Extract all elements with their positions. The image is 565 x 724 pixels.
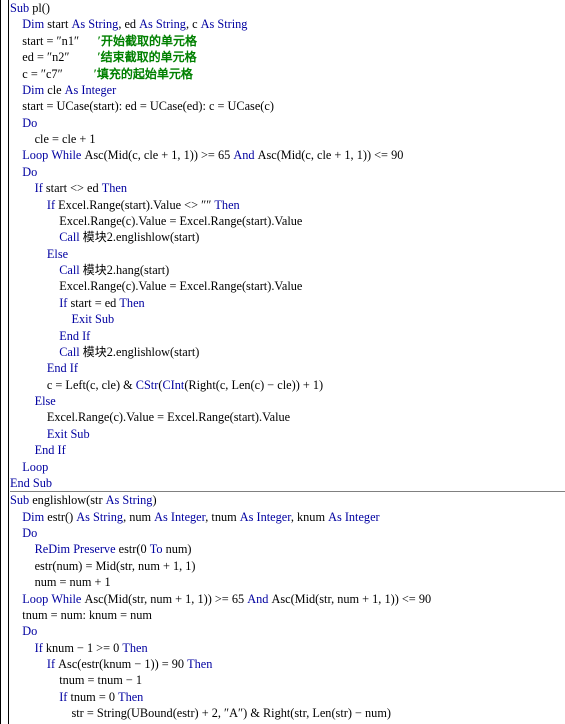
code-line[interactable]: If Excel.Range(start).Value <> ″″ Then — [10, 197, 565, 213]
code-line[interactable]: tnum = num: knum = num — [10, 607, 565, 623]
code-line[interactable]: Do — [10, 164, 565, 180]
code-line[interactable]: Call 模块2.hang(start) — [10, 262, 565, 278]
code-line[interactable]: Dim cle As Integer — [10, 82, 565, 98]
code-line[interactable]: Do — [10, 525, 565, 541]
code-text-area[interactable]: Sub pl() Dim start As String, ed As Stri… — [10, 0, 565, 724]
code-line[interactable]: start = UCase(start): ed = UCase(ed): c … — [10, 98, 565, 114]
code-line[interactable]: Loop — [10, 459, 565, 475]
code-line[interactable]: Dim estr() As String, num As Integer, tn… — [10, 509, 565, 525]
code-line[interactable]: Else — [10, 393, 565, 409]
code-line[interactable]: Else — [10, 246, 565, 262]
code-line[interactable]: If start <> ed Then — [10, 180, 565, 196]
code-line[interactable]: If knum − 1 >= 0 Then — [10, 640, 565, 656]
procedure-pl: Sub pl() Dim start As String, ed As Stri… — [10, 0, 565, 491]
code-line[interactable]: Excel.Range(c).Value = Excel.Range(start… — [10, 409, 565, 425]
code-line[interactable]: Excel.Range(c).Value = Excel.Range(start… — [10, 278, 565, 294]
code-line[interactable]: Exit Sub — [10, 311, 565, 327]
code-line[interactable]: Dim start As String, ed As String, c As … — [10, 16, 565, 32]
code-line[interactable]: cle = cle + 1 — [10, 131, 565, 147]
code-line[interactable]: If start = ed Then — [10, 295, 565, 311]
code-line[interactable]: Sub englishlow(str As String) — [10, 492, 565, 508]
code-line[interactable]: num = num + 1 — [10, 574, 565, 590]
code-line[interactable]: Do — [10, 623, 565, 639]
code-line[interactable]: Sub pl() — [10, 0, 565, 16]
code-line[interactable]: c = ″c7″ ′填充的起始单元格 — [10, 66, 565, 82]
code-line[interactable]: If Asc(estr(knum − 1)) = 90 Then — [10, 656, 565, 672]
code-line[interactable]: End If — [10, 328, 565, 344]
code-editor-window: Sub pl() Dim start As String, ed As Stri… — [0, 0, 565, 724]
code-line[interactable]: c = Left(c, cle) & CStr(CInt(Right(c, Le… — [10, 377, 565, 393]
code-line[interactable]: End If — [10, 360, 565, 376]
code-line[interactable]: estr(num) = Mid(str, num + 1, 1) — [10, 558, 565, 574]
code-line[interactable]: tnum = tnum − 1 — [10, 672, 565, 688]
code-line[interactable]: Loop While Asc(Mid(c, cle + 1, 1)) >= 65… — [10, 147, 565, 163]
editor-margin-indicator-bar[interactable] — [1, 0, 9, 724]
code-line[interactable]: Excel.Range(c).Value = Excel.Range(start… — [10, 213, 565, 229]
code-line[interactable]: str = String(UBound(estr) + 2, ″A″) & Ri… — [10, 705, 565, 721]
code-line[interactable]: Call 模块2.englishlow(start) — [10, 344, 565, 360]
code-line[interactable]: ed = ″n2″ ′结束截取的单元格 — [10, 49, 565, 65]
code-line[interactable]: start = ″n1″ ′开始截取的单元格 — [10, 33, 565, 49]
code-line[interactable]: Exit Sub — [10, 426, 565, 442]
code-line[interactable]: End If — [10, 442, 565, 458]
procedure-englishlow: Sub englishlow(str As String) Dim estr()… — [10, 492, 565, 724]
code-line[interactable]: Call 模块2.englishlow(start) — [10, 229, 565, 245]
code-line[interactable]: If tnum = 0 Then — [10, 689, 565, 705]
code-line[interactable]: Do — [10, 115, 565, 131]
code-line[interactable]: Loop While Asc(Mid(str, num + 1, 1)) >= … — [10, 591, 565, 607]
code-line[interactable]: End Sub — [10, 475, 565, 491]
code-line[interactable]: ReDim Preserve estr(0 To num) — [10, 541, 565, 557]
